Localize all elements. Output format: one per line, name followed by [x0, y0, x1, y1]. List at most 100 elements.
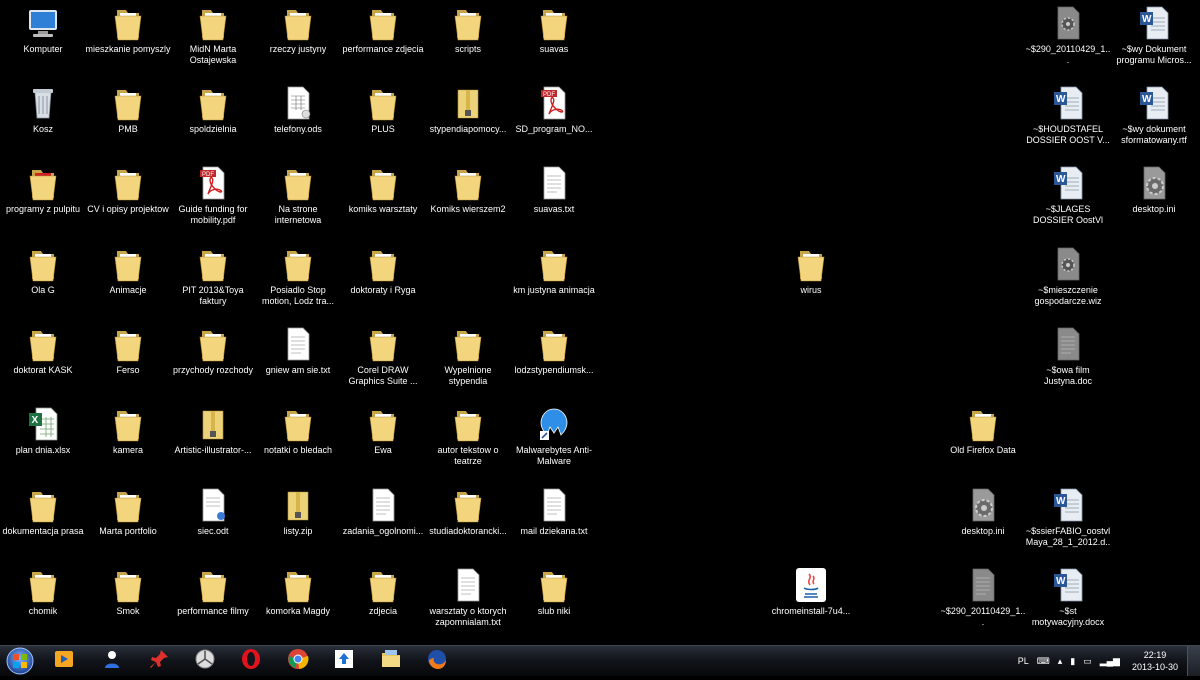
desktop-icon[interactable]: doktorat KASK	[0, 321, 86, 399]
desktop-icon[interactable]: mail dziekana.txt	[511, 482, 597, 560]
desktop-icon[interactable]: zadania_ogolnomi...	[340, 482, 426, 560]
desktop-icon[interactable]: W ~$st motywacyjny.docx	[1025, 562, 1111, 640]
desktop-icon[interactable]: spoldzielnia	[170, 80, 256, 158]
desktop-icon[interactable]: scripts	[425, 0, 511, 78]
desktop-icon[interactable]: chromeinstall-7u4...	[768, 562, 854, 640]
start-button[interactable]	[4, 647, 36, 675]
desktop-icon[interactable]: Artistic-illustrator-...	[170, 401, 256, 479]
taskbar-button[interactable]	[371, 648, 411, 674]
desktop-icon[interactable]: performance filmy	[170, 562, 256, 640]
windows-logo-icon	[6, 647, 34, 675]
monitor-icon[interactable]: ▭	[1083, 656, 1092, 667]
desktop-icon[interactable]: CV i opisy projektow	[85, 160, 171, 238]
desktop-icon[interactable]: Malwarebytes Anti-Malware	[511, 401, 597, 479]
desktop-icon[interactable]: warsztaty o ktorych zapomnialam.txt	[425, 562, 511, 640]
desktop-icon[interactable]: Komputer	[0, 0, 86, 78]
desktop-icon[interactable]: W ~$wy dokument sformatowany.rtf	[1111, 80, 1197, 158]
svg-text:W: W	[1056, 174, 1066, 185]
desktop-icon[interactable]: PMB	[85, 80, 171, 158]
desktop-icon[interactable]: performance zdjecia	[340, 0, 426, 78]
taskbar-button[interactable]	[278, 648, 318, 674]
taskbar-button[interactable]	[92, 648, 132, 674]
battery-icon[interactable]: ▮	[1070, 656, 1075, 667]
desktop-icon[interactable]: Wypelnione stypendia	[425, 321, 511, 399]
desktop-icon[interactable]: telefony.ods	[255, 80, 341, 158]
desktop-icon[interactable]: siec.odt	[170, 482, 256, 560]
desktop-icon[interactable]: lodzstypendiumsk...	[511, 321, 597, 399]
desktop-icon[interactable]: ~$mieszczenie gospodarcze.wiz	[1025, 241, 1111, 319]
desktop-icon[interactable]: W ~$ssierFABIO_oostvl Maya_28_1_2012.d...	[1025, 482, 1111, 560]
desktop-icon[interactable]: mieszkanie pomyszly	[85, 0, 171, 78]
clock[interactable]: 22:19 2013-10-30	[1132, 649, 1178, 673]
desktop-icon[interactable]: Animacje	[85, 241, 171, 319]
desktop-icon[interactable]: PDF SD_program_NO...	[511, 80, 597, 158]
taskbar-button[interactable]	[324, 648, 364, 674]
desktop-icon[interactable]: chomik	[0, 562, 86, 640]
desktop-icon[interactable]: studiadoktorancki...	[425, 482, 511, 560]
desktop-icon-label: MidN Marta Ostajewska	[189, 44, 237, 65]
desktop-icon[interactable]: przychody rozchody	[170, 321, 256, 399]
desktop-icon[interactable]: slub niki	[511, 562, 597, 640]
desktop-icon[interactable]: suavas	[511, 0, 597, 78]
desktop-icon[interactable]: Ferso	[85, 321, 171, 399]
folder-icon	[196, 84, 230, 122]
keyboard-icon[interactable]: ⌨	[1037, 656, 1050, 667]
desktop-icon[interactable]: Na strone internetowa	[255, 160, 341, 238]
desktop-icon[interactable]: PLUS	[340, 80, 426, 158]
signal-icon[interactable]: ▂▄▆	[1100, 656, 1120, 667]
desktop-icon[interactable]: gniew am sie.txt	[255, 321, 341, 399]
desktop-icon[interactable]: kamera	[85, 401, 171, 479]
desktop-icon[interactable]: Komiks wierszem2	[425, 160, 511, 238]
desktop-icon[interactable]: PIT 2013&Toya faktury	[170, 241, 256, 319]
taskbar-button[interactable]	[231, 648, 271, 674]
desktop-icon[interactable]: Posiadlo Stop motion, Lodz tra...	[255, 241, 341, 319]
folder-icon	[451, 4, 485, 42]
desktop-icon[interactable]: Ewa	[340, 401, 426, 479]
desktop-icon[interactable]: listy.zip	[255, 482, 341, 560]
pdf-icon: PDF	[196, 164, 230, 202]
desktop-icon[interactable]: komiks warsztaty	[340, 160, 426, 238]
desktop-icon[interactable]: Marta portfolio	[85, 482, 171, 560]
language-indicator[interactable]: PL	[1018, 656, 1029, 666]
taskbar-button[interactable]	[139, 648, 179, 674]
desktop-icon[interactable]: ~$290_20110429_1...	[940, 562, 1026, 640]
desktop-icon[interactable]: Xplan dnia.xlsx	[0, 401, 86, 479]
desktop-icon[interactable]: dokumentacja prasa	[0, 482, 86, 560]
desktop-icon[interactable]: km justyna animacja	[511, 241, 597, 319]
desktop-icon[interactable]: zdjecia	[340, 562, 426, 640]
word-icon: W	[1137, 84, 1171, 122]
desktop-icon[interactable]: desktop.ini	[1111, 160, 1197, 238]
desktop-icon[interactable]: suavas.txt	[511, 160, 597, 238]
folder-icon	[111, 4, 145, 42]
desktop-icon[interactable]: doktoraty i Ryga	[340, 241, 426, 319]
desktop-icon-label: gniew am sie.txt	[265, 365, 331, 375]
desktop-icon[interactable]: W ~$HOUDSTAFEL DOSSIER OOST V...	[1025, 80, 1111, 158]
desktop-icon[interactable]: MidN Marta Ostajewska	[170, 0, 256, 78]
desktop-icon[interactable]: rzeczy justyny	[255, 0, 341, 78]
show-desktop-button[interactable]	[1187, 646, 1200, 676]
desktop-icon[interactable]: ~$290_20110429_1...	[1025, 0, 1111, 78]
desktop-icon[interactable]: Kosz	[0, 80, 86, 158]
desktop-icon[interactable]: desktop.ini	[940, 482, 1026, 560]
taskbar-button[interactable]	[185, 648, 225, 674]
desktop-icon-label: ~$owa film Justyna.doc	[1043, 365, 1093, 386]
taskbar-button[interactable]	[417, 648, 457, 674]
desktop-icon[interactable]: Corel DRAW Graphics Suite ...	[340, 321, 426, 399]
desktop-icon[interactable]: stypendiapomocy...	[425, 80, 511, 158]
desktop-icon[interactable]: komorka Magdy	[255, 562, 341, 640]
desktop-icon[interactable]: wirus	[768, 241, 854, 319]
desktop-icon[interactable]: W ~$JLAGES DOSSIER OostVl ADEMLOZ...	[1025, 160, 1111, 238]
desktop-icon[interactable]: autor tekstow o teatrze	[425, 401, 511, 479]
folder-icon	[111, 164, 145, 202]
desktop-icon[interactable]: Ola G	[0, 241, 86, 319]
desktop-icon[interactable]: Smok	[85, 562, 171, 640]
desktop-icon[interactable]: PDF Guide funding for mobility.pdf	[170, 160, 256, 238]
desktop-icon[interactable]: Old Firefox Data	[940, 401, 1026, 479]
desktop-icon[interactable]: W ~$wy Dokument programu Micros...	[1111, 0, 1197, 78]
file-gear-icon	[1051, 245, 1085, 283]
desktop-icon[interactable]: notatki o bledach	[255, 401, 341, 479]
desktop-icon[interactable]: ~$owa film Justyna.doc	[1025, 321, 1111, 399]
taskbar-button[interactable]	[44, 648, 84, 674]
desktop-icon[interactable]: programy z pulpitu	[0, 160, 86, 238]
show-hidden-icons-icon[interactable]: ▴	[1058, 656, 1063, 667]
